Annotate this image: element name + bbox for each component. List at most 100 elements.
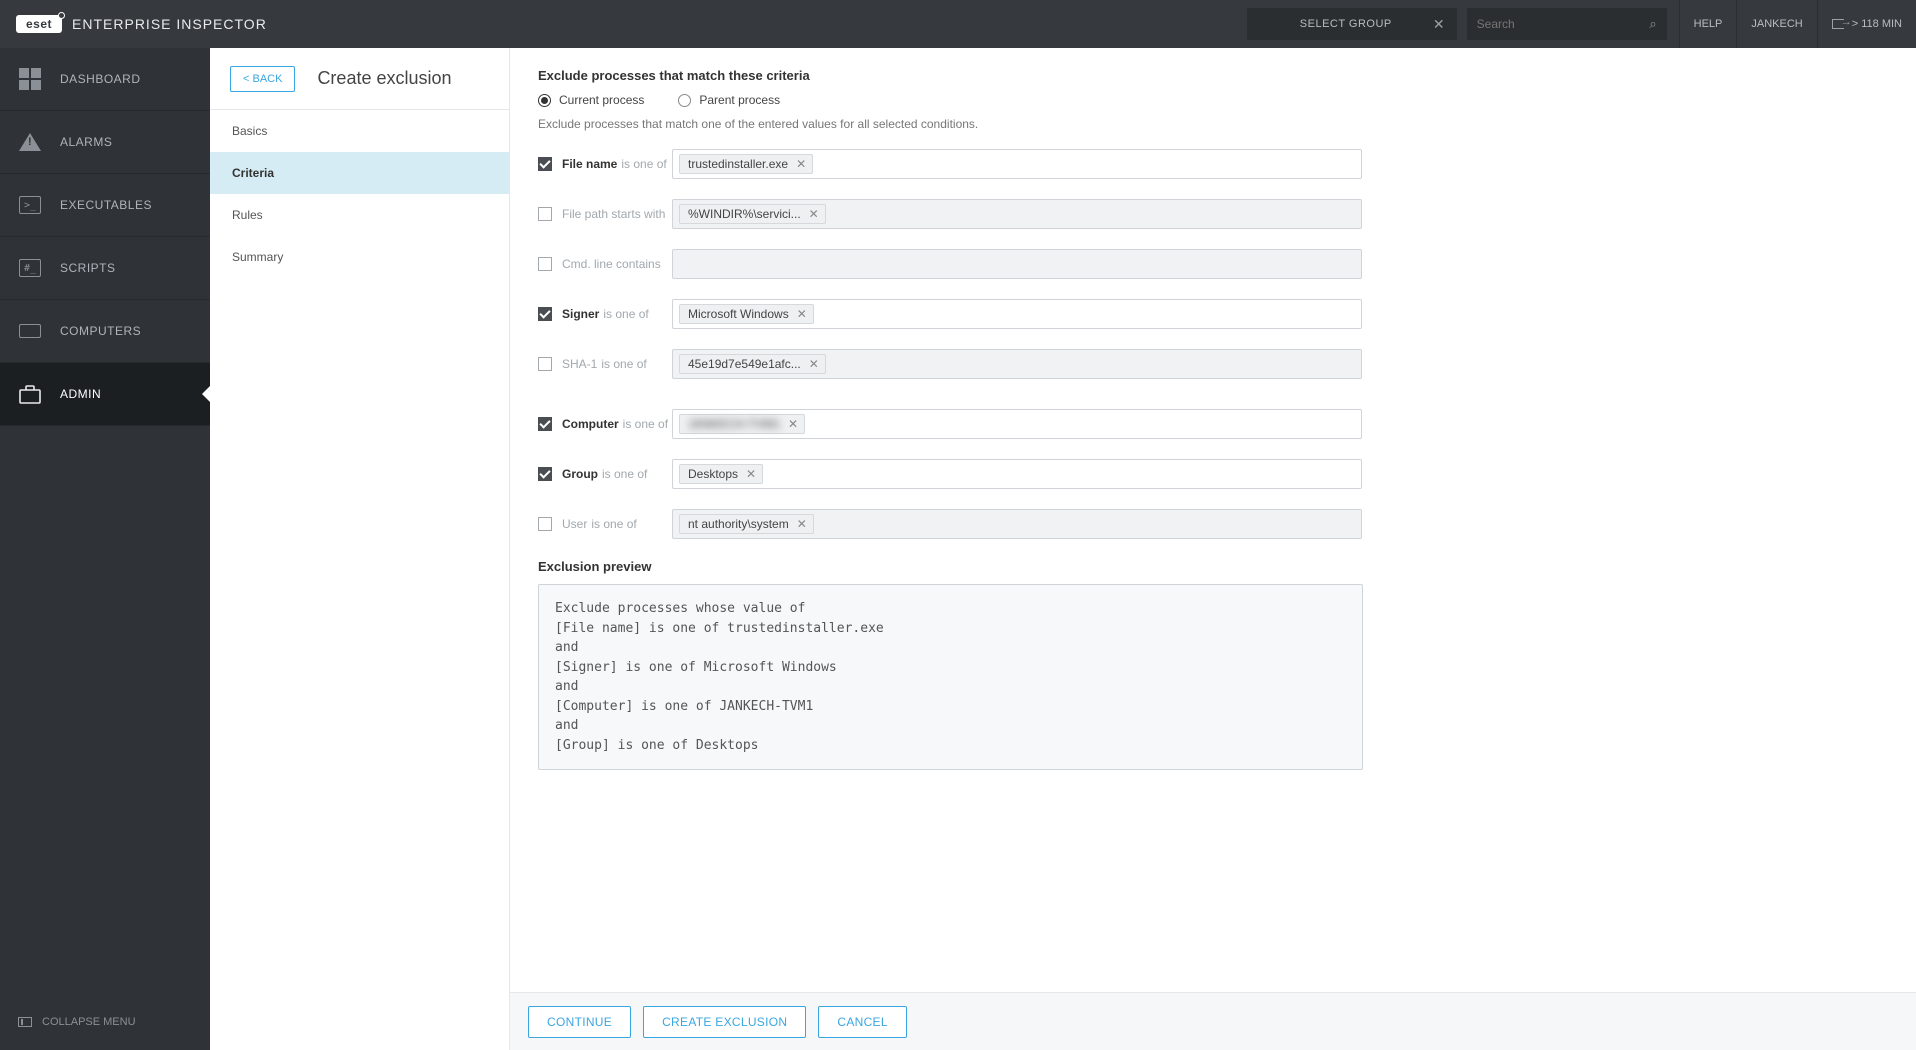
help-link[interactable]: HELP: [1679, 0, 1737, 48]
criteria-label: File path starts with: [562, 207, 672, 221]
criteria-checkbox[interactable]: [538, 257, 552, 271]
briefcase-icon: [18, 382, 42, 406]
criteria-row: Groupis one of Desktops✕: [538, 459, 1888, 489]
wizard-step-summary[interactable]: Summary: [210, 236, 509, 278]
collapse-icon: [18, 1017, 32, 1027]
criteria-input[interactable]: 45e19d7e549e1afc... ✕: [672, 349, 1362, 379]
sidebar-item-label: ADMIN: [60, 387, 101, 401]
criteria-input[interactable]: Desktops✕: [672, 459, 1362, 489]
continue-button[interactable]: CONTINUE: [528, 1006, 631, 1038]
criteria-label: Computeris one of: [562, 417, 672, 431]
footer-bar: CONTINUE CREATE EXCLUSION CANCEL: [510, 992, 1916, 1050]
user-menu[interactable]: JANKECH: [1736, 0, 1816, 48]
close-icon[interactable]: ✕: [1433, 16, 1445, 33]
chip-text: Microsoft Windows: [688, 307, 789, 321]
chip-remove-icon[interactable]: ✕: [744, 468, 758, 480]
criteria-input[interactable]: Microsoft Windows ✕: [672, 299, 1362, 329]
select-group-label: SELECT GROUP: [1259, 18, 1433, 30]
criteria-checkbox[interactable]: [538, 517, 552, 531]
criteria-checkbox[interactable]: [538, 207, 552, 221]
chip-text: JANKECH-TVM1: [688, 417, 780, 431]
create-exclusion-button[interactable]: CREATE EXCLUSION: [643, 1006, 806, 1038]
radio-label: Current process: [559, 93, 644, 107]
criteria-row: Useris one of nt authority\system ✕: [538, 509, 1888, 539]
cancel-button[interactable]: CANCEL: [818, 1006, 906, 1038]
sidebar-item-dashboard[interactable]: DASHBOARD: [0, 48, 210, 111]
radio-current-process[interactable]: Current process: [538, 93, 644, 107]
chip-text: nt authority\system: [688, 517, 789, 531]
radio-indicator-icon: [538, 94, 551, 107]
criteria-input[interactable]: [672, 249, 1362, 279]
wizard-header: < BACK Create exclusion: [210, 48, 509, 110]
criteria-input[interactable]: JANKECH-TVM1 ✕: [672, 409, 1362, 439]
criteria-row: Signeris one of Microsoft Windows ✕: [538, 299, 1888, 329]
page-title: Create exclusion: [317, 68, 451, 89]
criteria-label: SHA-1is one of: [562, 357, 672, 371]
terminal-icon: >_: [18, 193, 42, 217]
wizard-step-basics[interactable]: Basics: [210, 110, 509, 152]
topbar-actions: SELECT GROUP ✕ ⌕: [1247, 8, 1679, 40]
criteria-label: Groupis one of: [562, 467, 672, 481]
radio-indicator-icon: [678, 94, 691, 107]
criteria-row: File nameis one oftrustedinstaller.exe✕: [538, 149, 1888, 179]
topbar: eset ENTERPRISE INSPECTOR SELECT GROUP ✕…: [0, 0, 1916, 48]
criteria-label: Useris one of: [562, 517, 672, 531]
content: Exclude processes that match these crite…: [510, 48, 1916, 992]
sidebar-item-computers[interactable]: COMPUTERS: [0, 300, 210, 363]
sidebar-item-label: SCRIPTS: [60, 261, 116, 275]
chip-remove-icon[interactable]: ✕: [807, 358, 821, 370]
chip-remove-icon[interactable]: ✕: [807, 208, 821, 220]
criteria-row: SHA-1is one of 45e19d7e549e1afc... ✕: [538, 349, 1888, 379]
sidebar-item-executables[interactable]: >_ EXECUTABLES: [0, 174, 210, 237]
preview-title: Exclusion preview: [538, 559, 1888, 574]
criteria-checkbox[interactable]: [538, 357, 552, 371]
chip-remove-icon[interactable]: ✕: [794, 158, 808, 170]
criteria-checkbox[interactable]: [538, 417, 552, 431]
chip-remove-icon[interactable]: ✕: [795, 518, 809, 530]
brand: eset ENTERPRISE INSPECTOR: [0, 15, 540, 33]
select-group-dropdown[interactable]: SELECT GROUP ✕: [1247, 8, 1457, 40]
radio-parent-process[interactable]: Parent process: [678, 93, 780, 107]
criteria-checkbox[interactable]: [538, 467, 552, 481]
sidebar-item-label: COMPUTERS: [60, 324, 141, 338]
chip-text: trustedinstaller.exe: [688, 157, 788, 171]
brand-logo: eset: [16, 15, 62, 33]
dashboard-icon: [18, 67, 42, 91]
chip: %WINDIR%\servici... ✕: [679, 204, 826, 224]
criteria-input[interactable]: %WINDIR%\servici... ✕: [672, 199, 1362, 229]
criteria-label: Signeris one of: [562, 307, 672, 321]
sidebar-item-alarms[interactable]: ALARMS: [0, 111, 210, 174]
chip: nt authority\system ✕: [679, 514, 814, 534]
chip: Microsoft Windows ✕: [679, 304, 814, 324]
session-timeout[interactable]: > 118 MIN: [1817, 0, 1916, 48]
preview-text: Exclude processes whose value of [File n…: [538, 584, 1363, 770]
chip-text: %WINDIR%\servici...: [688, 207, 801, 221]
chip: Desktops✕: [679, 464, 763, 484]
search-box[interactable]: ⌕: [1467, 8, 1667, 40]
sidebar-item-admin[interactable]: ADMIN: [0, 363, 210, 426]
radio-label: Parent process: [699, 93, 780, 107]
search-input[interactable]: [1477, 17, 1650, 31]
criteria-checkbox[interactable]: [538, 157, 552, 171]
sidebar-item-scripts[interactable]: #_ SCRIPTS: [0, 237, 210, 300]
sidebar-item-label: DASHBOARD: [60, 72, 141, 86]
brand-product: ENTERPRISE INSPECTOR: [72, 16, 267, 32]
collapse-label: COLLAPSE MENU: [42, 1016, 136, 1028]
criteria-checkbox[interactable]: [538, 307, 552, 321]
chip-text: 45e19d7e549e1afc...: [688, 357, 801, 371]
chip-remove-icon[interactable]: ✕: [786, 418, 800, 430]
process-type-radios: Current process Parent process: [538, 93, 1888, 107]
criteria-input[interactable]: nt authority\system ✕: [672, 509, 1362, 539]
chip: JANKECH-TVM1 ✕: [679, 414, 805, 434]
wizard-sidebar: < BACK Create exclusion Basics Criteria …: [210, 48, 510, 1050]
criteria-row: Cmd. line contains: [538, 249, 1888, 279]
chip-remove-icon[interactable]: ✕: [795, 308, 809, 320]
session-time: > 118 MIN: [1852, 18, 1902, 30]
criteria-input[interactable]: trustedinstaller.exe ✕: [672, 149, 1362, 179]
chip: 45e19d7e549e1afc... ✕: [679, 354, 826, 374]
back-button[interactable]: < BACK: [230, 66, 295, 92]
collapse-menu-button[interactable]: COLLAPSE MENU: [0, 1000, 210, 1050]
wizard-step-criteria[interactable]: Criteria: [210, 152, 509, 194]
logout-icon: [1832, 19, 1844, 29]
wizard-step-rules[interactable]: Rules: [210, 194, 509, 236]
